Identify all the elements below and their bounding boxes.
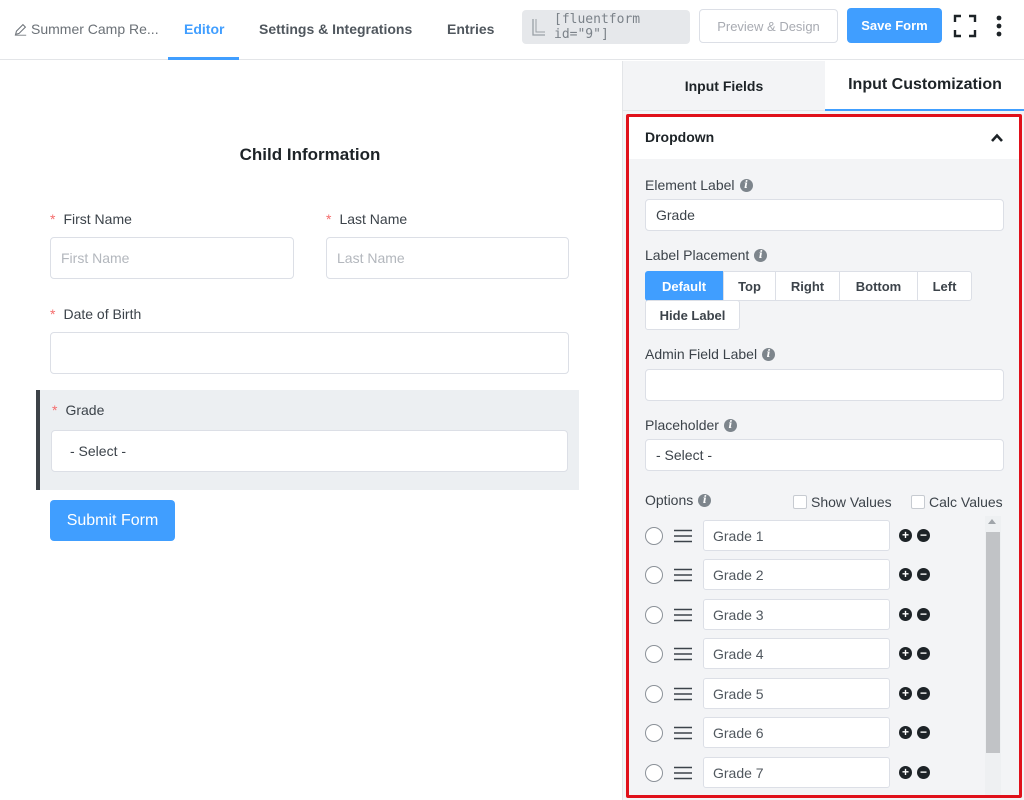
grade-select[interactable]: - Select -: [51, 430, 568, 472]
shortcode-box[interactable]: [fluentform id="9"]: [522, 10, 690, 44]
highlight-box: [626, 114, 1022, 798]
pencil-icon: [14, 23, 27, 36]
fullscreen-icon[interactable]: [953, 14, 977, 38]
form-title-text: Summer Camp Re...: [31, 21, 159, 37]
required-asterisk: *: [50, 306, 56, 322]
required-asterisk: *: [326, 211, 332, 227]
submit-form-button[interactable]: Submit Form: [50, 500, 175, 541]
required-asterisk: *: [52, 402, 58, 418]
first-name-label: * First Name: [50, 211, 132, 227]
shortcode-text: [fluentform id="9"]: [554, 12, 641, 42]
shortcode-icon: [532, 19, 545, 36]
form-canvas: Child Information * First Name First Name…: [0, 61, 622, 800]
active-tab-indicator: [168, 57, 239, 60]
tab-editor[interactable]: Editor: [184, 21, 224, 37]
top-bar: Summer Camp Re... Editor Settings & Inte…: [0, 0, 1024, 60]
settings-panel: Input Fields Input Customization Dropdow…: [622, 61, 1024, 800]
first-name-input[interactable]: First Name: [50, 237, 294, 279]
section-title: Child Information: [239, 145, 381, 164]
grade-field-selected[interactable]: * Grade - Select -: [36, 390, 579, 490]
dob-input[interactable]: [50, 332, 569, 374]
required-asterisk: *: [50, 211, 56, 227]
dob-label: * Date of Birth: [50, 306, 142, 322]
preview-design-button[interactable]: Preview & Design: [699, 9, 838, 43]
tab-settings-integrations[interactable]: Settings & Integrations: [259, 21, 412, 37]
last-name-label: * Last Name: [326, 211, 408, 227]
save-form-button[interactable]: Save Form: [847, 8, 942, 43]
grade-label: * Grade: [52, 402, 105, 418]
tab-input-fields[interactable]: Input Fields: [623, 61, 825, 111]
more-vertical-icon[interactable]: [992, 14, 1006, 38]
last-name-input[interactable]: Last Name: [326, 237, 569, 279]
form-title[interactable]: Summer Camp Re...: [14, 21, 159, 37]
tab-entries[interactable]: Entries: [447, 21, 494, 37]
tab-input-customization[interactable]: Input Customization: [825, 61, 1024, 111]
